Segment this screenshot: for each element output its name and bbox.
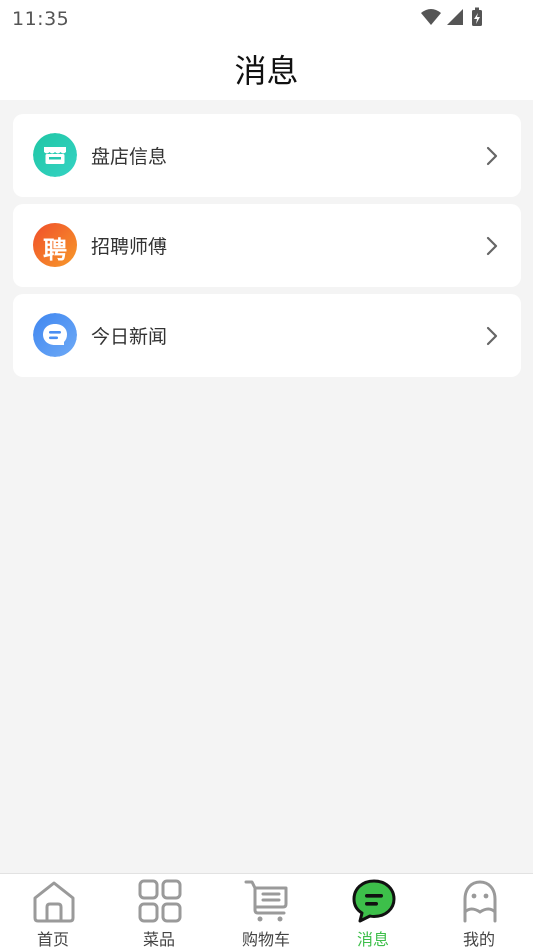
signal-icon (447, 9, 463, 25)
tab-messages[interactable]: 消息 (320, 874, 426, 948)
cart-icon (244, 880, 288, 922)
tab-label: 我的 (462, 930, 495, 948)
battery-icon (472, 7, 482, 26)
chevron-right-icon (486, 146, 498, 166)
status-bar: 11:35 (0, 0, 533, 36)
chevron-right-icon (486, 326, 498, 346)
tab-dishes[interactable]: 菜品 (106, 874, 212, 948)
tab-cart[interactable]: 购物车 (213, 874, 319, 948)
tab-label: 购物车 (241, 930, 290, 948)
recruit-icon-text: 聘 (43, 236, 67, 264)
message-icon (352, 879, 396, 923)
tab-home[interactable]: 首页 (0, 874, 106, 948)
chat-bubble-icon (33, 313, 77, 357)
storefront-icon (33, 133, 77, 177)
status-icons (421, 7, 482, 26)
home-icon (33, 881, 75, 923)
tab-label: 消息 (356, 930, 389, 948)
list-item-news[interactable]: 今日新闻 (13, 294, 521, 377)
wifi-icon (421, 9, 441, 25)
chevron-right-icon (486, 236, 498, 256)
bottom-tab-bar: 首页 菜品 购物车 消息 我的 (0, 873, 533, 948)
status-time: 11:35 (12, 8, 70, 30)
tab-label: 首页 (36, 930, 69, 948)
list-item-label: 盘店信息 (91, 146, 168, 168)
page-title: 消息 (234, 52, 299, 90)
grid-icon (138, 879, 182, 923)
profile-icon (463, 880, 497, 923)
list-item-label: 招聘师傅 (91, 236, 168, 258)
recruit-icon: 聘 (33, 223, 77, 267)
title-bar: 消息 (0, 36, 533, 100)
tab-label: 菜品 (142, 930, 175, 948)
tab-profile[interactable]: 我的 (426, 874, 532, 948)
list-item-store-info[interactable]: 盘店信息 (13, 114, 521, 197)
list-item-label: 今日新闻 (91, 326, 168, 348)
list-item-recruit[interactable]: 聘 招聘师傅 (13, 204, 521, 287)
